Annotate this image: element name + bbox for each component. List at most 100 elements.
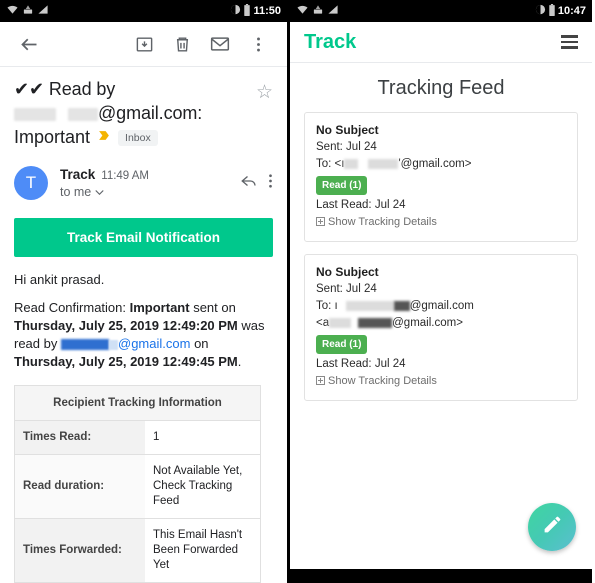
confirmation-paragraph: Read Confirmation: Important sent on Thu… [14,299,273,371]
table-cell-key: Times Forwarded: [15,519,145,582]
confirm-subject: Important [129,300,190,315]
greeting-line: Hi ankit prasad. [14,272,105,287]
hamburger-line [561,40,578,44]
show-details-label: Show Tracking Details [328,375,437,387]
hamburger-line [561,46,578,49]
gmail-message-body: ✔✔ Read by @gmail.com: ☆ Important Inbox… [0,67,287,583]
confirm-prefix: Read Confirmation: [14,300,126,315]
right-status-right: 10:47 [535,3,586,19]
redacted-recipient-b [368,158,399,169]
sender-time: 11:49 AM [101,170,150,182]
read-date: Thursday, July 25, 2019 12:49:45 PM [14,354,238,369]
recipient-label: to me [60,185,92,199]
hamburger-line [561,35,578,38]
status-badge: Read (1) [316,335,368,354]
battery-icon [243,3,251,19]
left-status-icons [6,4,49,18]
alarm-icon [535,4,546,18]
list-item[interactable]: No Subject Sent: Jul 24 To: ı @gmail.com … [304,254,578,401]
android-navigation-bar [290,569,592,583]
inbox-label-chip[interactable]: Inbox [118,129,158,146]
confirm-mid: sent on [193,300,236,315]
avatar: T [14,166,48,200]
left-clock: 11:50 [253,5,281,17]
card-recipient-prefix: To: ı [316,300,338,312]
recipient-tracking-table: Recipient Tracking Information Times Rea… [14,385,261,583]
sender-name: Track [60,167,96,182]
redacted-reader-email-2 [109,339,118,350]
card-last-read: Last Read: Jul 24 [316,199,406,211]
redacted-reader-email [61,339,109,351]
show-tracking-details-link[interactable]: Show Tracking Details [316,373,566,390]
archive-icon[interactable] [125,25,163,63]
lte-icon [312,4,324,18]
card-sent: Sent: Jul 24 [316,141,377,153]
card-last-read: Last Read: Jul 24 [316,358,406,370]
redacted-sender-email-2 [68,107,98,121]
mail-icon[interactable] [201,25,239,63]
card-recipient-line2: <a @gmail.com> [316,317,463,329]
read-on-text: on [194,336,209,351]
left-status-bar: 11:50 [0,0,287,22]
card-recipient-suffix: '@gmail.com> [398,158,472,170]
message-more-icon[interactable] [268,172,273,195]
redacted-recipient-b [393,300,410,311]
battery-icon [548,3,556,19]
left-status-right: 11:50 [230,3,281,19]
right-status-icons [296,4,339,18]
star-icon[interactable]: ☆ [248,77,273,104]
reader-email-domain[interactable]: @gmail.com [118,336,190,351]
redacted-sender-email [14,107,56,121]
email-subject: ✔✔ Read by @gmail.com: [14,77,248,125]
redacted-recipient-a [345,300,394,311]
table-row: Read duration: Not Available Yet, Check … [15,455,260,519]
expand-icon [316,217,325,226]
card-recipient-prefix: To: <ı [316,158,345,170]
email-body-text: Hi ankit prasad. Read Confirmation: Impo… [14,271,273,371]
subject-read-prefix: ✔✔ Read by [14,79,116,99]
importance-row: Important Inbox [14,127,273,148]
hamburger-icon[interactable] [561,35,578,49]
right-status-bar: 10:47 [290,0,592,22]
track-app-phone-screen: 10:47 Track Tracking Feed No Subject Sen… [290,0,592,583]
card-recipient: To: <ı '@gmail.com> [316,156,566,173]
recipient-row[interactable]: to me [60,185,240,199]
track-email-notification-button[interactable]: Track Email Notification [14,218,273,257]
card-subject: No Subject [316,265,379,279]
show-tracking-details-link[interactable]: Show Tracking Details [316,214,566,231]
status-badge: Read (1) [316,176,368,195]
lte-icon [22,4,34,18]
sender-row: T Track 11:49 AM to me [14,166,273,200]
tracking-feed-title: Tracking Feed [377,77,505,99]
table-title: Recipient Tracking Information [15,386,260,421]
track-app-bar: Track [290,22,592,62]
back-button[interactable] [10,25,48,63]
list-item[interactable]: No Subject Sent: Jul 24 To: <ı '@gmail.co… [304,112,578,242]
card-subject: No Subject [316,123,379,137]
sender-info: Track 11:49 AM to me [60,167,240,199]
compose-fab-button[interactable] [528,503,576,551]
important-marker-icon [97,129,111,147]
gmail-toolbar [0,22,287,66]
wifi-icon [6,4,19,18]
card-recipient-line2-suffix: @gmail.com> [392,317,463,329]
table-row: Times Read: 1 [15,421,260,455]
delete-icon[interactable] [163,25,201,63]
subject-domain: @gmail.com: [98,103,203,123]
chevron-down-icon [95,187,104,197]
expand-icon [316,376,325,385]
tracking-feed-list: No Subject Sent: Jul 24 To: <ı '@gmail.co… [290,112,592,401]
body-period: . [237,354,242,369]
right-clock: 10:47 [557,5,586,17]
dual-phone-screenshot: 11:50 ✔✔ Read by @gmail.com: ☆ Important… [0,0,595,583]
message-actions [240,172,273,195]
redacted-recipient-a [344,158,359,169]
table-cell-key: Read duration: [15,455,145,518]
wifi-icon [296,4,309,18]
toolbar-more-icon[interactable] [239,25,277,63]
redacted-recipient-c [329,317,352,328]
show-details-label: Show Tracking Details [328,216,437,228]
subject-row: ✔✔ Read by @gmail.com: ☆ [14,67,273,125]
reply-icon[interactable] [240,172,258,195]
card-recipient: To: ı @gmail.com [316,298,566,315]
